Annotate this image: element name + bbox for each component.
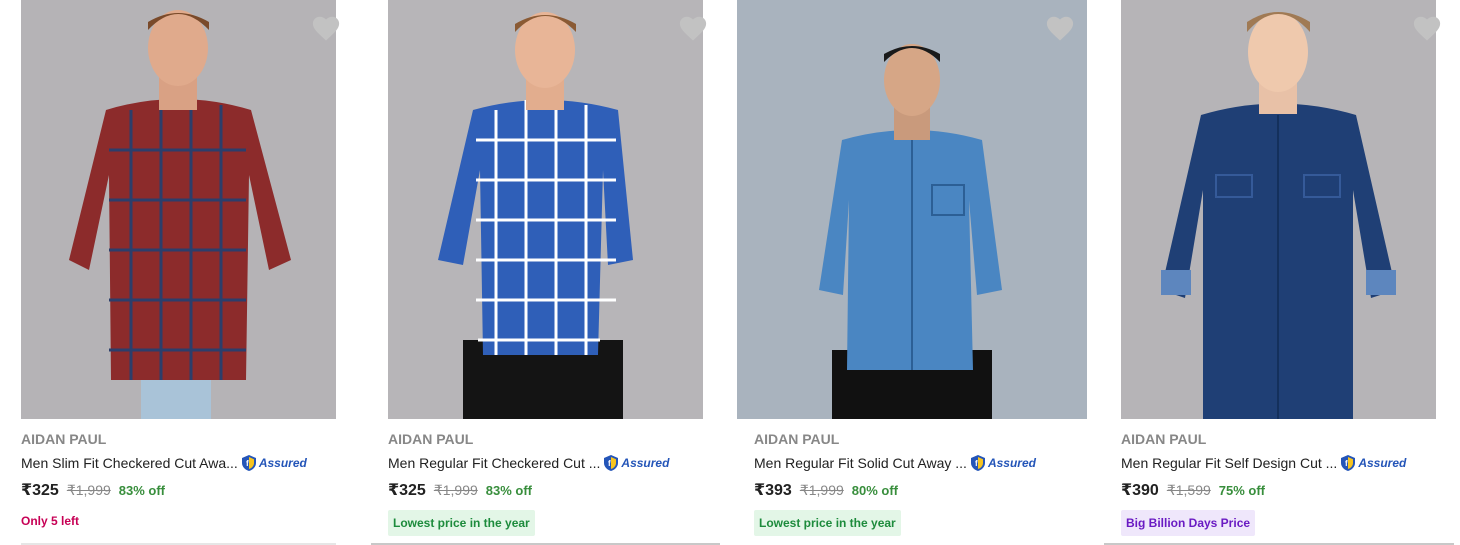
product-title[interactable]: Men Regular Fit Solid Cut Away ... bbox=[754, 453, 967, 473]
product-card[interactable]: AIDAN PAUL Men Regular Fit Checkered Cut… bbox=[371, 0, 720, 545]
product-card[interactable]: AIDAN PAUL Men Regular Fit Self Design C… bbox=[1104, 0, 1454, 545]
product-title[interactable]: Men Slim Fit Checkered Cut Awa... bbox=[21, 453, 238, 473]
product-photo bbox=[21, 0, 336, 419]
product-image[interactable] bbox=[1121, 0, 1436, 419]
assured-label: Assured bbox=[621, 456, 670, 470]
flipkart-assured-icon: f bbox=[970, 455, 985, 471]
svg-text:f: f bbox=[975, 459, 978, 468]
offer-tag: Lowest price in the year bbox=[388, 510, 535, 536]
assured-badge: f Assured bbox=[969, 454, 1036, 472]
assured-label: Assured bbox=[987, 456, 1036, 470]
product-brand: AIDAN PAUL bbox=[21, 431, 107, 447]
wishlist-heart-icon[interactable] bbox=[1045, 14, 1075, 42]
flipkart-assured-icon: f bbox=[241, 455, 256, 471]
product-photo bbox=[1121, 0, 1436, 419]
assured-badge: f Assured bbox=[602, 454, 669, 472]
product-price: ₹325 bbox=[21, 482, 59, 499]
product-discount: 80% off bbox=[851, 483, 899, 498]
product-image[interactable] bbox=[388, 0, 703, 419]
product-mrp: ₹1,599 bbox=[1166, 482, 1211, 498]
flipkart-assured-icon: f bbox=[1341, 455, 1356, 471]
product-card[interactable]: AIDAN PAUL Men Regular Fit Solid Cut Awa… bbox=[737, 0, 1087, 545]
product-mrp: ₹1,999 bbox=[433, 482, 478, 498]
assured-label: Assured bbox=[1358, 456, 1407, 470]
offer-tag: Lowest price in the year bbox=[754, 510, 901, 536]
svg-text:f: f bbox=[608, 459, 611, 468]
product-discount: 75% off bbox=[1218, 483, 1266, 498]
product-photo bbox=[737, 0, 1087, 419]
assured-label: Assured bbox=[258, 456, 307, 470]
product-brand: AIDAN PAUL bbox=[754, 431, 840, 447]
svg-text:f: f bbox=[1345, 459, 1348, 468]
product-price: ₹393 bbox=[754, 482, 792, 499]
product-title[interactable]: Men Regular Fit Self Design Cut ... bbox=[1121, 453, 1337, 473]
flipkart-assured-icon: f bbox=[604, 455, 619, 471]
product-photo bbox=[388, 0, 703, 419]
product-image[interactable] bbox=[21, 0, 336, 419]
product-brand: AIDAN PAUL bbox=[1121, 431, 1207, 447]
product-info: AIDAN PAUL Men Regular Fit Self Design C… bbox=[1121, 430, 1460, 536]
product-price: ₹390 bbox=[1121, 482, 1159, 499]
assured-badge: f Assured bbox=[240, 454, 307, 472]
product-image[interactable] bbox=[737, 0, 1087, 419]
product-discount: 83% off bbox=[485, 483, 533, 498]
stock-tag: Only 5 left bbox=[21, 514, 80, 528]
product-mrp: ₹1,999 bbox=[799, 482, 844, 498]
product-info: AIDAN PAUL Men Regular Fit Checkered Cut… bbox=[388, 430, 728, 536]
wishlist-heart-icon[interactable] bbox=[1412, 14, 1442, 42]
svg-text:f: f bbox=[246, 459, 249, 468]
product-info: AIDAN PAUL Men Regular Fit Solid Cut Awa… bbox=[754, 430, 1094, 536]
product-discount: 83% off bbox=[118, 483, 166, 498]
product-card[interactable]: AIDAN PAUL Men Slim Fit Checkered Cut Aw… bbox=[0, 0, 360, 545]
product-mrp: ₹1,999 bbox=[66, 482, 111, 498]
wishlist-heart-icon[interactable] bbox=[311, 14, 341, 42]
product-brand: AIDAN PAUL bbox=[388, 431, 474, 447]
product-title[interactable]: Men Regular Fit Checkered Cut ... bbox=[388, 453, 600, 473]
product-info: AIDAN PAUL Men Slim Fit Checkered Cut Aw… bbox=[21, 430, 361, 532]
offer-tag: Big Billion Days Price bbox=[1121, 510, 1256, 536]
product-price: ₹325 bbox=[388, 482, 426, 499]
assured-badge: f Assured bbox=[1339, 454, 1406, 472]
wishlist-heart-icon[interactable] bbox=[678, 14, 708, 42]
